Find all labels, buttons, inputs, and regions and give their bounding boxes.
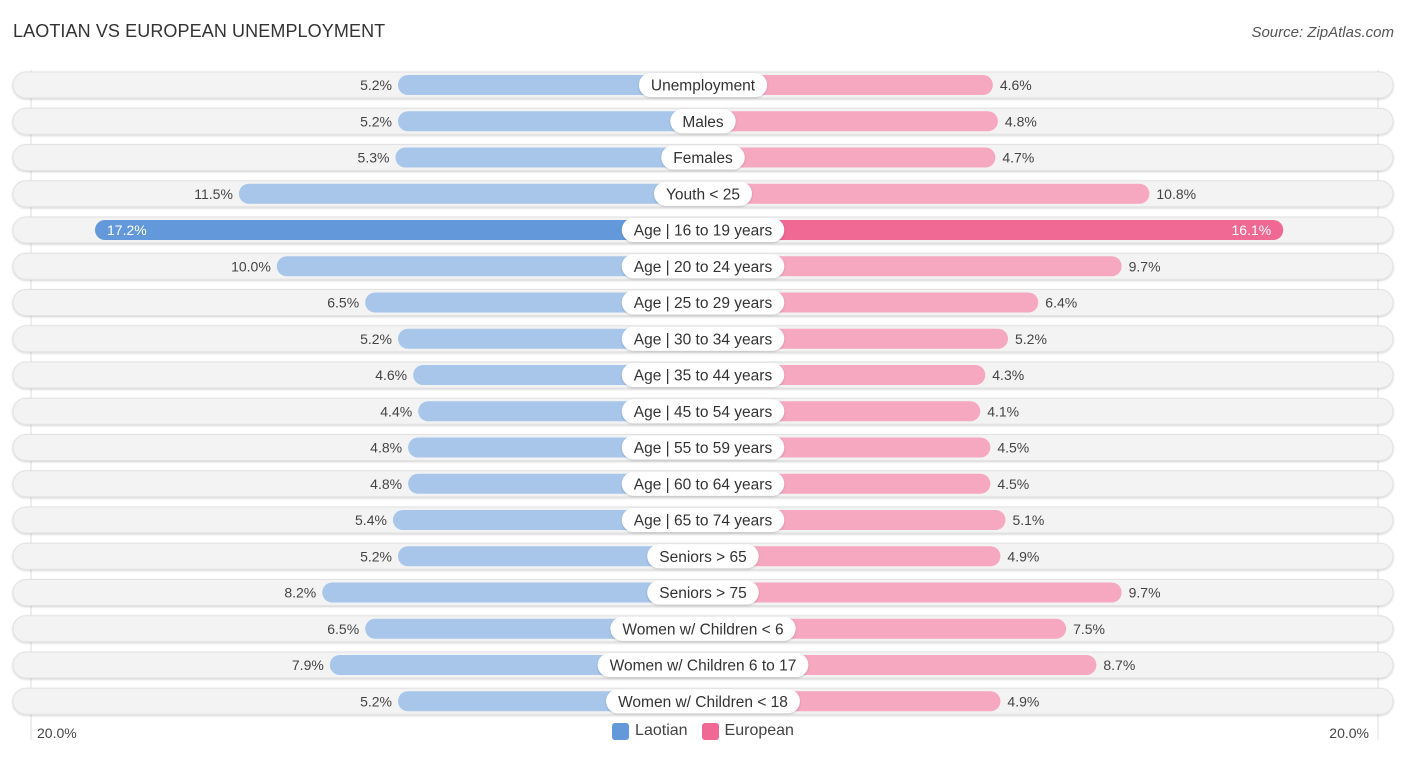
legend-label-european: European [724, 722, 794, 739]
value-label-european: 10.8% [1156, 186, 1196, 202]
bar-european[interactable] [703, 147, 996, 168]
value-label-european: 5.1% [1012, 512, 1044, 528]
value-label-laotian: 5.4% [355, 512, 387, 528]
row-7: Age | 30 to 34 years 5.2% 5.2% [12, 325, 1394, 353]
value-label-laotian: 4.6% [375, 367, 407, 383]
category-label: Females [673, 150, 733, 167]
category-label: Age | 16 to 19 years [634, 223, 773, 240]
category-label: Age | 60 to 64 years [634, 476, 773, 493]
legend-label-laotian: Laotian [635, 722, 688, 739]
row-12: Age | 65 to 74 years 5.4% 5.1% [12, 506, 1394, 534]
legend-swatch-laotian [612, 722, 630, 740]
value-label-laotian: 5.2% [360, 331, 392, 347]
value-label-european: 6.4% [1045, 295, 1077, 311]
value-label-european: 4.6% [1000, 77, 1032, 93]
value-label-laotian: 5.2% [360, 113, 392, 129]
value-label-laotian: 4.8% [370, 476, 402, 492]
bar-laotian[interactable] [398, 111, 703, 132]
bar-laotian[interactable] [95, 220, 703, 240]
legend-swatch-european [701, 722, 719, 740]
value-label-european: 7.5% [1073, 621, 1105, 637]
category-label: Unemployment [651, 78, 756, 95]
value-label-laotian: 11.5% [194, 186, 233, 202]
value-label-laotian: 17.2% [107, 222, 147, 238]
value-label-laotian: 6.5% [327, 295, 359, 311]
value-label-laotian: 5.2% [360, 77, 392, 93]
category-label: Women w/ Children < 6 [622, 621, 783, 638]
row-0: Unemployment 5.2% 4.6% [12, 71, 1394, 99]
value-label-laotian: 7.9% [292, 657, 324, 673]
value-label-laotian: 8.2% [284, 585, 316, 601]
value-label-european: 4.9% [1007, 693, 1039, 709]
value-label-european: 4.8% [1005, 113, 1037, 129]
row-14: Seniors > 75 8.2% 9.7% [12, 579, 1394, 606]
value-label-european: 16.1% [1232, 222, 1272, 238]
row-9: Age | 45 to 54 years 4.4% 4.1% [12, 397, 1394, 425]
bar-laotian[interactable] [238, 183, 704, 204]
bar-european[interactable] [703, 582, 1122, 603]
category-label: Women w/ Children 6 to 17 [610, 658, 797, 675]
bar-laotian[interactable] [395, 147, 703, 168]
category-label: Males [682, 114, 724, 131]
category-label: Age | 25 to 29 years [634, 295, 773, 312]
category-label: Age | 30 to 34 years [634, 331, 773, 348]
value-label-european: 4.5% [997, 476, 1029, 492]
legend-item-laotian[interactable]: Laotian [612, 722, 688, 740]
row-15: Women w/ Children < 6 6.5% 7.5% [12, 615, 1394, 643]
row-6: Age | 25 to 29 years 6.5% 6.4% [12, 289, 1394, 316]
category-label: Youth < 25 [666, 186, 740, 203]
value-label-laotian: 4.4% [380, 403, 412, 419]
value-label-european: 4.3% [992, 367, 1024, 383]
row-8: Age | 35 to 44 years 4.6% 4.3% [12, 361, 1394, 389]
row-11: Age | 60 to 64 years 4.8% 4.5% [12, 470, 1394, 498]
category-label: Age | 20 to 24 years [634, 259, 773, 276]
category-label: Seniors > 75 [659, 585, 746, 602]
value-label-european: 8.7% [1103, 657, 1135, 673]
row-17: Women w/ Children < 18 5.2% 4.9% [12, 687, 1394, 715]
row-5: Age | 20 to 24 years 10.0% 9.7% [12, 252, 1394, 280]
row-1: Males 5.2% 4.8% [12, 107, 1394, 135]
row-4: Age | 16 to 19 years 17.2% 16.1% [12, 216, 1394, 244]
legend: Laotian European [0, 722, 1406, 740]
value-label-laotian: 5.2% [360, 548, 392, 564]
value-label-laotian: 4.8% [370, 440, 402, 456]
row-16: Women w/ Children 6 to 17 7.9% 8.7% [12, 651, 1394, 679]
value-label-european: 4.1% [987, 403, 1019, 419]
value-label-european: 4.7% [1002, 150, 1034, 166]
value-label-laotian: 5.2% [360, 693, 392, 709]
row-10: Age | 55 to 59 years 4.8% 4.5% [12, 434, 1394, 461]
value-label-european: 4.9% [1007, 548, 1039, 564]
value-label-european: 5.2% [1015, 331, 1047, 347]
category-label: Age | 45 to 54 years [634, 404, 773, 421]
value-label-european: 4.5% [997, 440, 1029, 456]
value-label-laotian: 6.5% [327, 621, 359, 637]
category-label: Age | 35 to 44 years [634, 368, 773, 385]
chart-area: Unemployment 5.2% 4.6% Males 5.2% 4.8% Females… [12, 70, 1394, 740]
bar-european[interactable] [703, 183, 1150, 204]
category-label: Age | 55 to 59 years [634, 440, 773, 457]
category-label: Women w/ Children < 18 [618, 694, 788, 711]
value-label-european: 9.7% [1129, 585, 1161, 601]
bar-european[interactable] [703, 220, 1284, 240]
value-label-european: 9.7% [1129, 258, 1161, 274]
value-label-laotian: 10.0% [231, 258, 271, 274]
row-2: Females 5.3% 4.7% [12, 144, 1394, 171]
bar-european[interactable] [703, 111, 998, 132]
legend-item-european[interactable]: European [701, 722, 794, 740]
bar-laotian[interactable] [322, 582, 703, 603]
row-3: Youth < 25 11.5% 10.8% [12, 180, 1394, 208]
value-label-laotian: 5.3% [358, 150, 390, 166]
category-label: Age | 65 to 74 years [634, 513, 773, 530]
row-13: Seniors > 65 5.2% 4.9% [12, 542, 1394, 570]
category-label: Seniors > 65 [659, 549, 746, 566]
